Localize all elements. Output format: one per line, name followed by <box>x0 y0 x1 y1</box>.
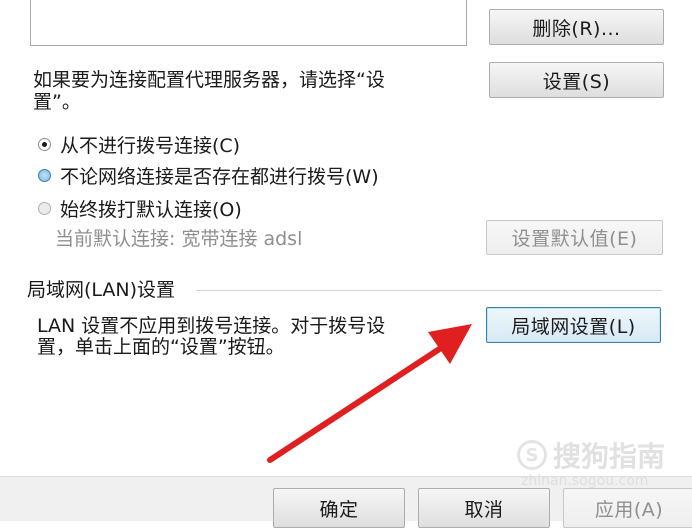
sogou-watermark: S 搜狗指南 zhinan.sogou.com <box>517 431 677 495</box>
watermark-brand: 搜狗指南 <box>553 440 666 473</box>
annotation-arrow-head <box>428 324 472 364</box>
watermark-brand-row: S 搜狗指南 <box>517 435 665 475</box>
annotation-arrow-shaft <box>267 343 447 463</box>
sogou-logo-icon: S <box>517 440 547 470</box>
watermark-url: zhinan.sogou.com <box>521 473 649 489</box>
